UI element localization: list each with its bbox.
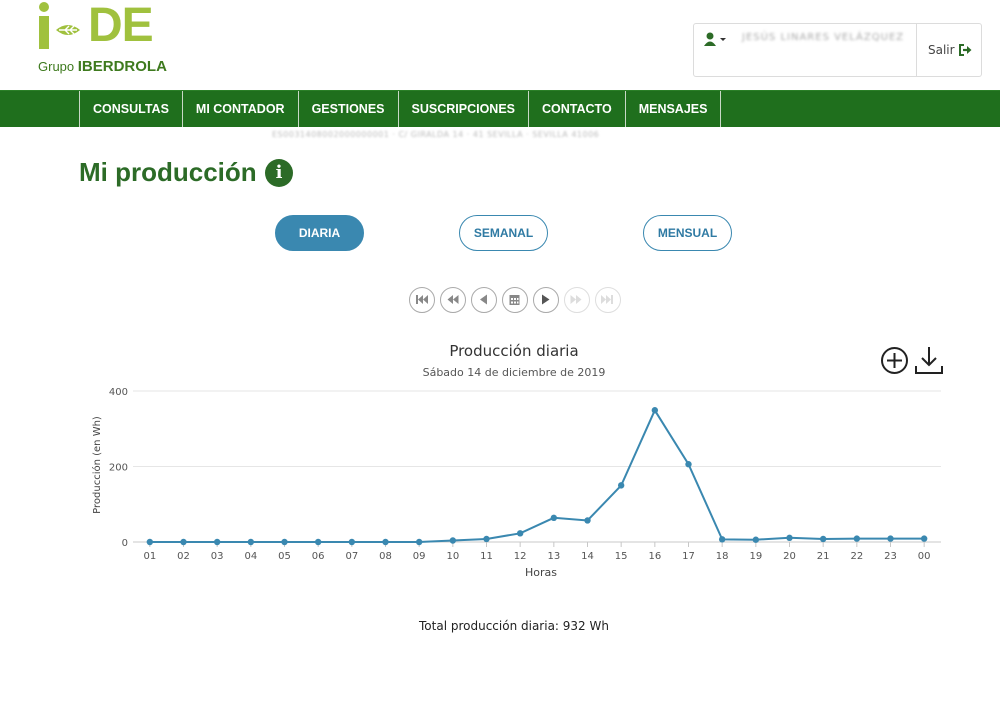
user-icon — [704, 32, 726, 46]
data-point[interactable] — [281, 538, 288, 546]
x-axis-label: Horas — [525, 566, 557, 579]
last-button[interactable] — [595, 287, 621, 313]
x-tick-label: 08 — [379, 551, 392, 562]
nav-item-gestiones[interactable]: GESTIONES — [299, 91, 399, 127]
download-icon[interactable] — [914, 345, 944, 375]
chart-subtitle: Sábado 14 de diciembre de 2019 — [422, 366, 606, 379]
x-tick-label: 13 — [547, 551, 560, 562]
x-tick-label: 12 — [514, 551, 527, 562]
nav-item-contacto[interactable]: CONTACTO — [529, 91, 626, 127]
next-button[interactable] — [533, 287, 559, 313]
sign-out-icon — [959, 44, 972, 56]
x-tick-label: 04 — [244, 551, 257, 562]
daily-total: Total producción diaria: 932 Wh — [419, 619, 609, 633]
x-tick-label: 20 — [783, 551, 796, 562]
first-icon — [416, 295, 428, 304]
nav-item-mi-contador[interactable]: MI CONTADOR — [183, 91, 299, 127]
x-tick-label: 07 — [345, 551, 358, 562]
leaf-icon — [56, 25, 80, 35]
data-point[interactable] — [382, 538, 389, 546]
data-point[interactable] — [247, 538, 255, 546]
x-tick-label: 23 — [884, 551, 897, 562]
next-icon — [542, 294, 550, 305]
data-point[interactable] — [314, 538, 322, 546]
period-weekly-button[interactable]: SEMANAL — [459, 215, 548, 251]
ide-logo[interactable]: DE Grupo IBERDROLA — [38, 0, 178, 76]
x-tick-label: 14 — [581, 551, 594, 562]
data-point[interactable] — [685, 461, 692, 468]
x-tick-label: 16 — [648, 551, 661, 562]
data-point[interactable] — [752, 536, 760, 543]
data-point[interactable] — [617, 482, 625, 489]
nav-item-suscripciones[interactable]: SUSCRIPCIONES — [399, 91, 530, 127]
x-tick-label: 06 — [312, 551, 325, 562]
period-monthly-button[interactable]: MENSUAL — [643, 215, 732, 251]
logout-button[interactable]: Salir — [916, 23, 982, 77]
user-name: JESÚS LINARES VELÁZQUEZ — [742, 32, 905, 43]
fast-forward-button[interactable] — [564, 287, 590, 313]
logo-group-name: Grupo IBERDROLA — [38, 58, 167, 75]
y-tick-label: 0 — [122, 538, 128, 549]
data-point[interactable] — [920, 535, 928, 542]
first-button[interactable] — [409, 287, 435, 313]
rewind-button[interactable] — [440, 287, 466, 313]
data-point[interactable] — [516, 530, 524, 537]
series-line — [149, 408, 925, 543]
x-tick-label: 03 — [211, 551, 224, 562]
data-point[interactable] — [348, 538, 356, 546]
logo-i-glyph — [38, 2, 50, 52]
user-menu[interactable]: JESÚS LINARES VELÁZQUEZ — [693, 23, 917, 77]
x-tick-label: 10 — [446, 551, 459, 562]
data-point[interactable] — [415, 538, 423, 546]
main-nav: CONSULTAS MI CONTADOR GESTIONES SUSCRIPC… — [0, 90, 1000, 127]
x-tick-label: 01 — [143, 551, 156, 562]
data-point[interactable] — [887, 535, 894, 542]
page-title: Mi producción — [79, 157, 257, 187]
data-point[interactable] — [213, 538, 221, 546]
nav-item-mensajes[interactable]: MENSAJES — [626, 91, 722, 127]
x-tick-label: 02 — [177, 551, 190, 562]
data-point[interactable] — [819, 535, 827, 543]
previous-button[interactable] — [471, 287, 497, 313]
data-point[interactable] — [853, 535, 861, 542]
y-tick-label: 200 — [109, 463, 128, 474]
previous-icon — [480, 294, 487, 305]
supply-point-info: ES0031408002000000001 · C/ GIRALDA 14 · … — [272, 130, 600, 139]
info-icon[interactable]: i — [265, 159, 293, 187]
x-tick-label: 19 — [749, 551, 762, 562]
fast-forward-icon — [570, 295, 582, 304]
data-point[interactable] — [718, 536, 726, 543]
data-point[interactable] — [483, 535, 490, 543]
x-tick-label: 00 — [918, 551, 931, 562]
data-point[interactable] — [584, 517, 591, 524]
nav-item-consultas[interactable]: CONSULTAS — [80, 91, 183, 127]
calendar-button[interactable] — [502, 287, 528, 313]
data-point[interactable] — [146, 538, 154, 546]
production-chart: 0 200 400 01 02 03 04 05 06 07 08 09 10 11 12 13 14 15 16… — [91, 387, 941, 579]
y-axis-label: Producción (en Wh) — [91, 416, 103, 514]
logout-label: Salir — [928, 43, 955, 57]
data-point[interactable] — [786, 534, 793, 542]
chart-title: Producción diaria — [449, 342, 579, 360]
last-icon — [601, 295, 613, 304]
x-tick-label: 15 — [615, 551, 628, 562]
x-tick-label: 09 — [413, 551, 426, 562]
x-tick-label: 18 — [716, 551, 729, 562]
x-tick-label: 17 — [682, 551, 695, 562]
data-point[interactable] — [651, 407, 659, 414]
x-tick-label: 05 — [278, 551, 291, 562]
data-point[interactable] — [180, 538, 187, 546]
rewind-icon — [447, 295, 459, 304]
x-tick-label: 11 — [480, 551, 493, 562]
zoom-in-icon[interactable] — [880, 346, 909, 375]
header: DE Grupo IBERDROLA JESÚS LINARES VELÁZQU… — [0, 0, 1000, 90]
data-point[interactable] — [550, 514, 558, 522]
x-tick-label: 22 — [850, 551, 863, 562]
logo-wordmark: DE — [88, 0, 154, 52]
period-daily-button[interactable]: DIARIA — [275, 215, 364, 251]
x-tick-label: 21 — [817, 551, 830, 562]
y-tick-label: 400 — [109, 387, 128, 398]
data-point[interactable] — [449, 537, 457, 544]
calendar-icon — [509, 295, 520, 305]
